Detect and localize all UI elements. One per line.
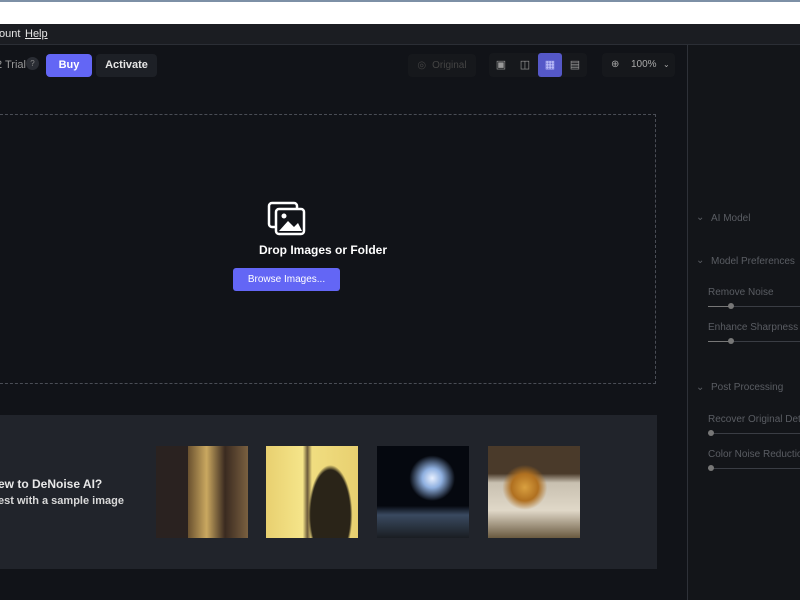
- help-icon[interactable]: ?: [26, 57, 39, 70]
- settings-panel: ⌄ AI Model ⌄ Model Preferences Remove No…: [687, 45, 800, 600]
- recover-detail-slider[interactable]: [708, 430, 800, 436]
- remove-noise-slider[interactable]: [708, 303, 800, 309]
- zoom-in-icon: ⊕: [611, 59, 620, 70]
- sample-image-baskets[interactable]: [488, 446, 580, 538]
- post-processing-header[interactable]: Post Processing: [711, 382, 783, 393]
- view-split-button[interactable]: ◫: [513, 53, 537, 77]
- menu-bar: ount Help: [0, 24, 800, 45]
- original-label: Original: [432, 60, 467, 71]
- zoom-control[interactable]: ⊕ 100% ⌄: [602, 53, 675, 77]
- enhance-sharpness-label: Enhance Sharpness: [708, 322, 799, 333]
- activate-button[interactable]: Activate: [96, 54, 157, 77]
- samples-heading: ew to DeNoise AI?: [0, 477, 103, 491]
- sample-image-interior[interactable]: [156, 446, 248, 538]
- ai-model-header[interactable]: AI Model: [711, 213, 750, 224]
- drop-title: Drop Images or Folder: [258, 243, 388, 257]
- color-noise-label: Color Noise Reductio: [708, 449, 800, 460]
- enhance-sharpness-slider[interactable]: [708, 338, 800, 344]
- view-single-button[interactable]: ▣: [489, 53, 513, 77]
- original-toggle[interactable]: ◎ Original: [408, 54, 476, 77]
- chevron-icon: ⌄: [696, 255, 705, 266]
- menu-help[interactable]: Help: [25, 28, 48, 40]
- toolbar: 2 Trial ? Buy Activate ◎ Original ▣ ◫ ▦ ▤…: [0, 45, 688, 85]
- samples-subheading: est with a sample image: [0, 495, 124, 507]
- sample-image-fireworks[interactable]: [377, 446, 469, 538]
- recover-detail-label: Recover Original Deta: [708, 414, 800, 425]
- window-title-bar: [0, 0, 800, 24]
- buy-button[interactable]: Buy: [46, 54, 92, 77]
- view-mode-group: ▣ ◫ ▦ ▤: [489, 53, 587, 77]
- model-preferences-header[interactable]: Model Preferences: [711, 256, 795, 267]
- trial-label: 2 Trial: [0, 59, 26, 71]
- browse-images-button[interactable]: Browse Images...: [233, 268, 340, 291]
- chevron-icon: ⌄: [696, 382, 705, 393]
- remove-noise-label: Remove Noise: [708, 287, 774, 298]
- eye-slash-icon: ◎: [417, 60, 427, 71]
- view-side-by-side-button[interactable]: ▦: [538, 53, 562, 77]
- sample-image-stained-glass[interactable]: [266, 446, 358, 538]
- view-grid-button[interactable]: ▤: [563, 53, 587, 77]
- chevron-down-icon: ⌄: [663, 60, 670, 69]
- images-icon: [267, 201, 306, 236]
- chevron-icon: ⌄: [696, 212, 705, 223]
- menu-account[interactable]: ount: [0, 28, 20, 40]
- color-noise-slider[interactable]: [708, 465, 800, 471]
- drop-zone[interactable]: Drop Images or Folder Browse Images...: [0, 114, 656, 384]
- zoom-value: 100%: [631, 59, 657, 70]
- sample-images-panel: ew to DeNoise AI? est with a sample imag…: [0, 415, 657, 569]
